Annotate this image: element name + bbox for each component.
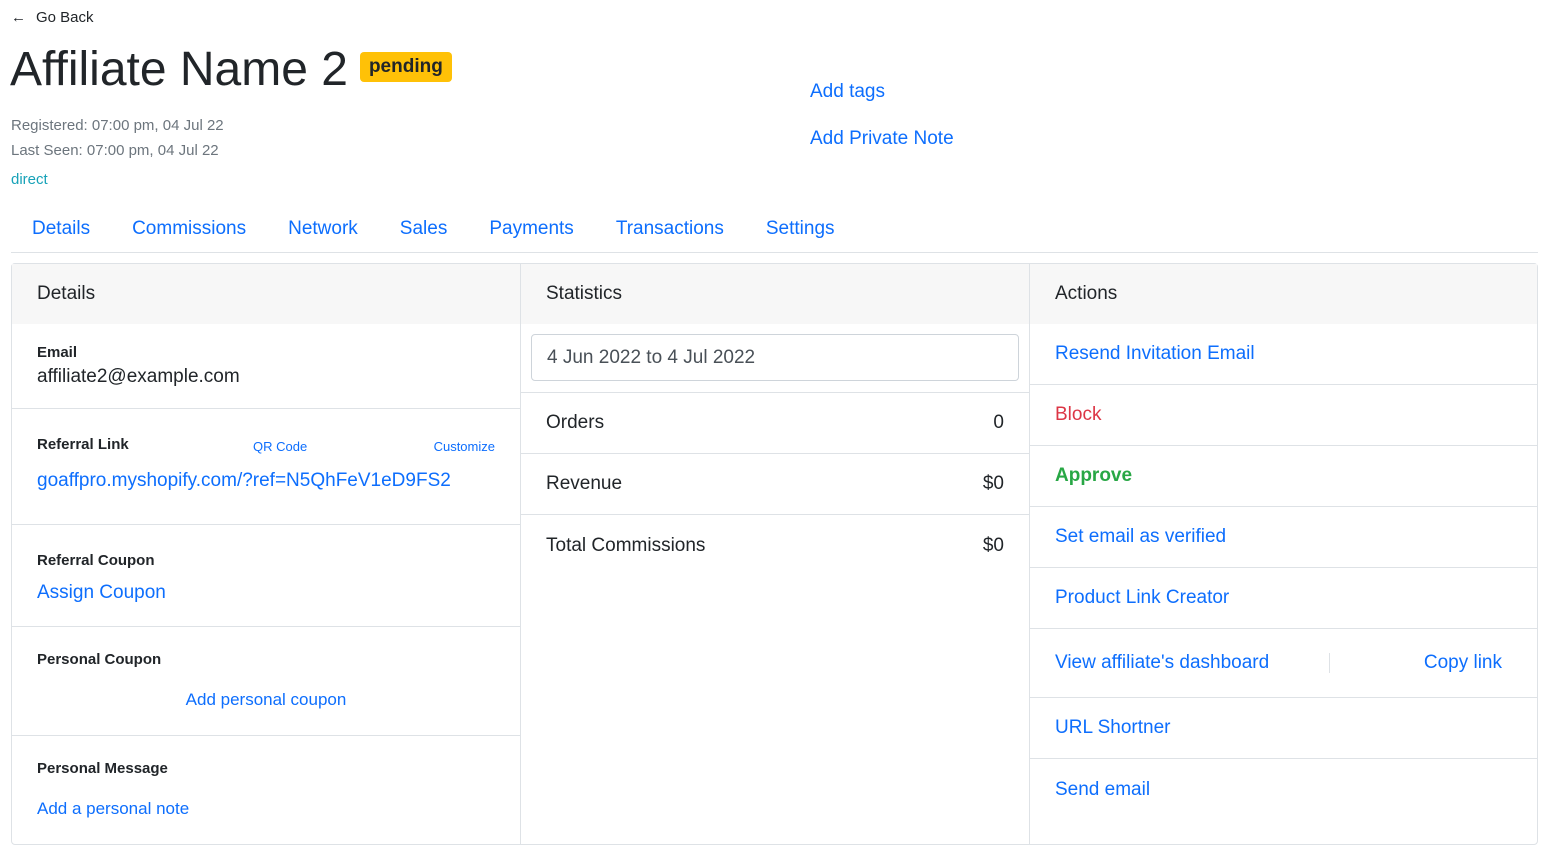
personal-coupon-item: Personal Coupon Add personal coupon xyxy=(12,627,520,736)
qr-code-link[interactable]: QR Code xyxy=(253,439,307,454)
product-link-creator-link[interactable]: Product Link Creator xyxy=(1055,587,1229,609)
block-link[interactable]: Block xyxy=(1055,404,1101,426)
stat-row-revenue: Revenue $0 xyxy=(521,454,1029,515)
details-card: Details Email affiliate2@example.com Ref… xyxy=(12,264,521,844)
go-back-link[interactable]: ← Go Back xyxy=(11,9,94,26)
tab-network[interactable]: Network xyxy=(267,212,379,252)
tab-settings[interactable]: Settings xyxy=(745,212,856,252)
statistics-card-title: Statistics xyxy=(521,264,1029,324)
registered-date: Registered: 07:00 pm, 04 Jul 22 xyxy=(11,117,224,134)
stat-label: Revenue xyxy=(546,473,623,494)
actions-card: Actions Resend Invitation Email Block Ap… xyxy=(1030,264,1537,844)
source-label: direct xyxy=(11,171,48,188)
email-value: affiliate2@example.com xyxy=(37,366,240,387)
action-resend-invitation: Resend Invitation Email xyxy=(1030,324,1537,385)
referral-coupon-item: Referral Coupon Assign Coupon xyxy=(12,525,520,627)
actions-card-title: Actions xyxy=(1030,264,1537,324)
go-back-label: Go Back xyxy=(36,9,94,26)
send-email-link[interactable]: Send email xyxy=(1055,779,1150,801)
referral-link-item: Referral Link QR Code Customize goaffpro… xyxy=(12,409,520,525)
statistics-card: Statistics 4 Jun 2022 to 4 Jul 2022 Orde… xyxy=(521,264,1030,844)
customize-link[interactable]: Customize xyxy=(434,439,495,454)
stat-label: Orders xyxy=(546,412,605,433)
personal-message-item: Personal Message Add a personal note xyxy=(12,736,520,836)
tab-bar: Details Commissions Network Sales Paymen… xyxy=(11,212,1538,253)
action-view-dashboard: View affiliate's dashboard Copy link xyxy=(1030,629,1537,698)
details-card-title: Details xyxy=(12,264,520,324)
assign-coupon-link[interactable]: Assign Coupon xyxy=(37,582,495,604)
approve-link[interactable]: Approve xyxy=(1055,465,1132,487)
stat-label: Total Commissions xyxy=(546,534,706,556)
referral-link-url[interactable]: goaffpro.myshopify.com/?ref=N5QhFeV1eD9F… xyxy=(37,470,495,492)
date-range-wrap: 4 Jun 2022 to 4 Jul 2022 xyxy=(521,324,1029,393)
stat-value: 0 xyxy=(993,412,1004,433)
date-range-input[interactable]: 4 Jun 2022 to 4 Jul 2022 xyxy=(531,334,1019,381)
tab-payments[interactable]: Payments xyxy=(468,212,594,252)
view-dashboard-link[interactable]: View affiliate's dashboard xyxy=(1055,652,1269,674)
url-shortner-link[interactable]: URL Shortner xyxy=(1055,717,1170,739)
add-personal-note-link[interactable]: Add a personal note xyxy=(37,799,495,819)
stat-value: $0 xyxy=(982,534,1004,556)
tab-commissions[interactable]: Commissions xyxy=(111,212,267,252)
card-group: Details Email affiliate2@example.com Ref… xyxy=(11,263,1538,845)
action-send-email: Send email xyxy=(1030,759,1537,820)
stat-value: $0 xyxy=(982,473,1004,494)
set-email-verified-link[interactable]: Set email as verified xyxy=(1055,526,1226,548)
add-tags-link[interactable]: Add tags xyxy=(810,81,885,103)
add-personal-coupon-link[interactable]: Add personal coupon xyxy=(186,690,347,709)
copy-link-button[interactable]: Copy link xyxy=(1424,652,1502,674)
action-block: Block xyxy=(1030,385,1537,446)
action-approve: Approve xyxy=(1030,446,1537,507)
tab-sales[interactable]: Sales xyxy=(379,212,469,252)
tab-transactions[interactable]: Transactions xyxy=(595,212,745,252)
personal-message-label: Personal Message xyxy=(37,760,168,777)
action-set-email-verified: Set email as verified xyxy=(1030,507,1537,568)
divider xyxy=(1329,653,1331,673)
status-badge: pending xyxy=(359,52,452,82)
stat-row-orders: Orders 0 xyxy=(521,393,1029,454)
arrow-left-icon: ← xyxy=(11,9,26,26)
stat-row-total-commissions: Total Commissions $0 xyxy=(521,515,1029,576)
affiliate-name: Affiliate Name 2 xyxy=(10,43,348,96)
add-private-note-link[interactable]: Add Private Note xyxy=(810,128,954,150)
action-product-link-creator: Product Link Creator xyxy=(1030,568,1537,629)
personal-coupon-label: Personal Coupon xyxy=(37,651,162,668)
tab-details[interactable]: Details xyxy=(11,212,111,252)
email-label: Email xyxy=(37,344,78,361)
referral-coupon-label: Referral Coupon xyxy=(37,552,155,569)
last-seen-date: Last Seen: 07:00 pm, 04 Jul 22 xyxy=(11,142,219,159)
action-url-shortner: URL Shortner xyxy=(1030,698,1537,759)
resend-invitation-link[interactable]: Resend Invitation Email xyxy=(1055,343,1255,365)
affiliate-title-row: Affiliate Name 2 pending xyxy=(10,42,452,98)
email-item: Email affiliate2@example.com xyxy=(12,324,520,409)
